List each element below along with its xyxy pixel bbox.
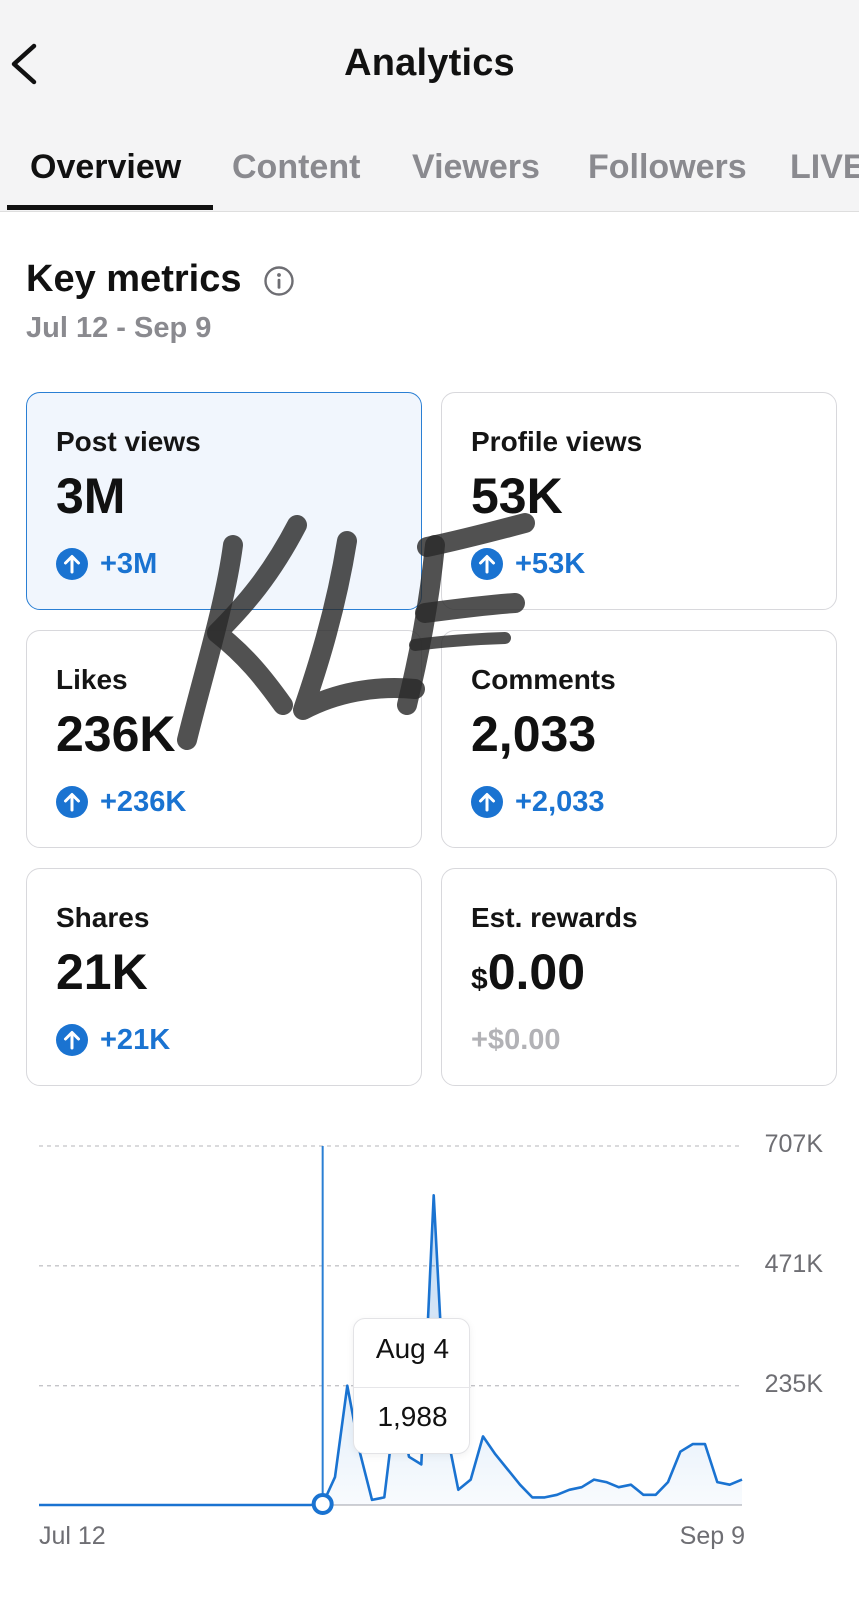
metric-value: 2,033 bbox=[471, 706, 597, 762]
date-range: Jul 12 - Sep 9 bbox=[26, 312, 212, 344]
arrow-up-circle-icon bbox=[56, 1024, 88, 1056]
metric-card-shares[interactable]: Shares 21K +21K bbox=[26, 868, 422, 1086]
metric-delta: +53K bbox=[471, 547, 585, 581]
arrow-up-circle-icon bbox=[56, 548, 88, 580]
metric-delta: +$0.00 bbox=[471, 1023, 561, 1057]
tab-viewers[interactable]: Viewers bbox=[412, 148, 540, 187]
y-tick-label: 235K bbox=[764, 1370, 823, 1398]
metric-value: 236K bbox=[56, 706, 176, 762]
currency-symbol: $ bbox=[471, 963, 488, 996]
metric-card-profile-views[interactable]: Profile views 53K +53K bbox=[441, 392, 837, 610]
tooltip-divider bbox=[354, 1387, 471, 1388]
metric-label: Likes bbox=[56, 664, 128, 695]
metric-card-comments[interactable]: Comments 2,033 +2,033 bbox=[441, 630, 837, 848]
tab-overview[interactable]: Overview bbox=[30, 148, 181, 187]
delta-text: +3M bbox=[100, 547, 158, 580]
metric-card-post-views[interactable]: Post views 3M +3M bbox=[26, 392, 422, 610]
x-tick-label: Sep 9 bbox=[679, 1522, 745, 1550]
metric-label: Profile views bbox=[471, 426, 643, 457]
delta-text: +21K bbox=[100, 1023, 171, 1056]
tab-followers[interactable]: Followers bbox=[588, 148, 747, 187]
arrow-up-circle-icon bbox=[471, 548, 503, 580]
metric-delta: +21K bbox=[56, 1023, 170, 1057]
metric-label: Shares bbox=[56, 902, 150, 933]
y-tick-label: 707K bbox=[764, 1130, 823, 1158]
metric-label: Est. rewards bbox=[471, 902, 638, 933]
y-tick-label: 471K bbox=[764, 1250, 823, 1278]
tab-content[interactable]: Content bbox=[232, 148, 360, 187]
delta-text: +2,033 bbox=[515, 785, 605, 818]
arrow-up-circle-icon bbox=[56, 786, 88, 818]
metric-value: 3M bbox=[56, 468, 126, 524]
metric-label: Post views bbox=[56, 426, 201, 457]
delta-text: +53K bbox=[515, 547, 586, 580]
info-icon[interactable] bbox=[263, 265, 295, 297]
delta-text: +$0.00 bbox=[471, 1023, 561, 1056]
tooltip-value: 1,988 bbox=[377, 1401, 448, 1432]
tab-bar: Overview Content Viewers Followers LIVE bbox=[0, 138, 859, 212]
tooltip-date: Aug 4 bbox=[375, 1333, 450, 1364]
metric-value: $0.00 bbox=[471, 943, 585, 1001]
metric-delta: +3M bbox=[56, 547, 157, 581]
metric-value: 21K bbox=[56, 944, 148, 1000]
delta-text: +236K bbox=[100, 785, 187, 818]
top-bar: Analytics Overview Content Viewers Follo… bbox=[0, 0, 859, 212]
section-title: Key metrics bbox=[26, 258, 242, 300]
metric-card-est-rewards[interactable]: Est. rewards $0.00 +$0.00 bbox=[441, 868, 837, 1086]
metric-delta: +236K bbox=[56, 785, 186, 819]
metric-delta: +2,033 bbox=[471, 785, 605, 819]
metric-label: Comments bbox=[471, 664, 616, 695]
metric-value: 53K bbox=[471, 468, 563, 524]
chart-tooltip: Aug 4 1,988 bbox=[353, 1318, 471, 1454]
tab-live[interactable]: LIVE bbox=[790, 148, 859, 187]
selected-point bbox=[311, 1492, 334, 1515]
arrow-up-circle-icon bbox=[471, 786, 503, 818]
x-tick-label: Jul 12 bbox=[39, 1522, 106, 1550]
metric-value-number: 0.00 bbox=[487, 944, 586, 1000]
page-title: Analytics bbox=[344, 42, 515, 84]
metric-card-likes[interactable]: Likes 236K +236K bbox=[26, 630, 422, 848]
active-tab-indicator bbox=[7, 205, 213, 210]
